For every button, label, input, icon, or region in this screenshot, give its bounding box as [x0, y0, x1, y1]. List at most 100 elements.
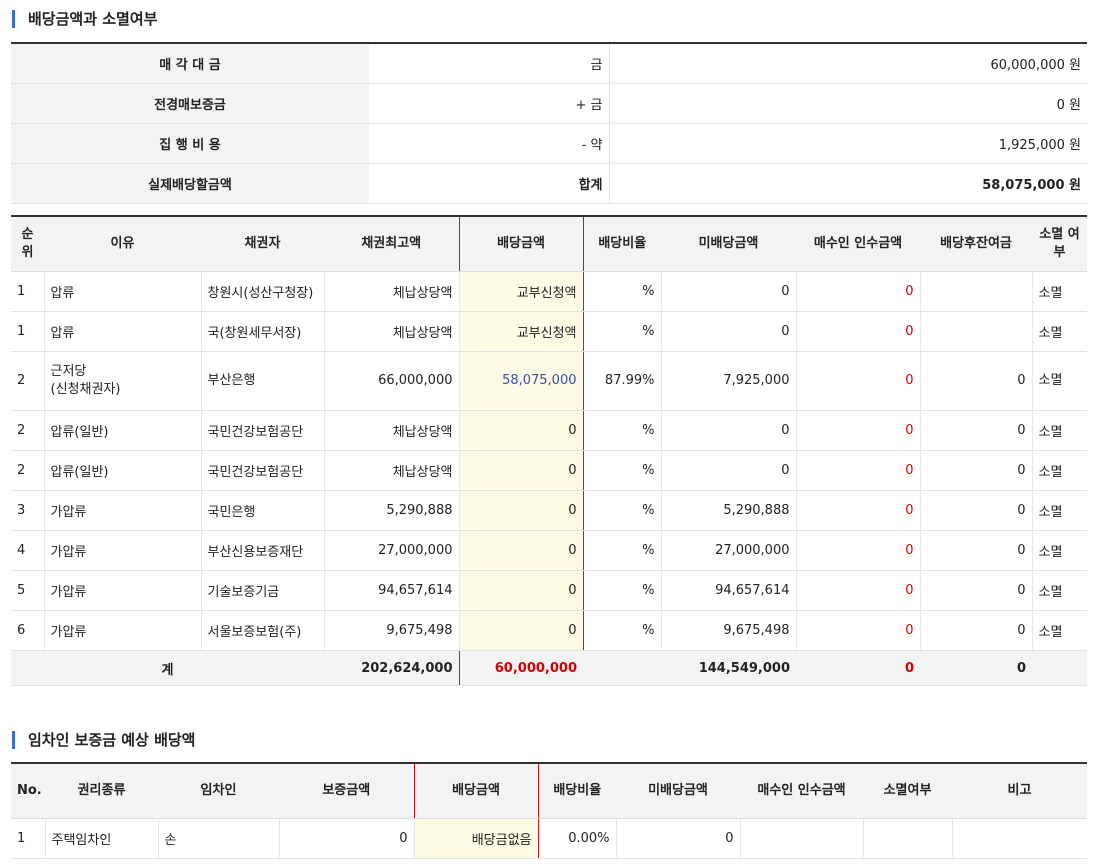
- row-dividend: 교부신청액: [458, 311, 584, 352]
- section-title-tenant: 임차인 보증금 예상 배당액: [12, 731, 195, 749]
- summary-amount: 1,925,000 원: [609, 123, 1087, 164]
- row-extinct: 소멸: [1032, 450, 1087, 491]
- row-max-claim: 체납상당액: [324, 311, 460, 352]
- row-ratio: %: [583, 490, 662, 531]
- row-undistributed: 5,290,888: [661, 490, 797, 531]
- row-undistributed: 94,657,614: [661, 570, 797, 611]
- tenant-header-row: No. 권리종류 임차인 보증금액 배당금액 배당비율 미배당금액 매수인 인수…: [11, 763, 1087, 819]
- row-max-claim: 94,657,614: [324, 570, 460, 611]
- total-dividend: 60,000,000: [458, 650, 583, 686]
- col-tenant: 임차인: [158, 763, 279, 819]
- row-creditor: 국민은행: [201, 490, 325, 531]
- summary-sign: - 약: [369, 123, 610, 164]
- summary-sign: 합계: [369, 163, 610, 204]
- row-extinct: 소멸: [1032, 490, 1087, 531]
- row-creditor: 부산신용보증재단: [201, 530, 325, 571]
- row-dividend: 0: [458, 410, 584, 451]
- tenant-note: [952, 818, 1087, 859]
- row-rank: 3: [11, 490, 45, 531]
- distribution-row: 2 근저당 (신청채권자) 부산은행 66,000,000 58,075,000 87.9…: [11, 351, 1087, 411]
- row-undistributed: 0: [661, 271, 797, 312]
- tenant-deposit: 0: [279, 818, 415, 859]
- summary-label: 전경매보증금: [11, 83, 369, 124]
- row-creditor: 창원시(성산구청장): [201, 271, 325, 312]
- col-tenant-extinct: 소멸여부: [863, 763, 952, 819]
- tenant-body: 1 주택임차인 손 0 배당금없음 0.00% 0: [11, 818, 1087, 859]
- row-extinct: 소멸: [1032, 351, 1087, 411]
- col-max-claim: 채권최고액: [324, 216, 459, 272]
- distribution-row: 2 압류(일반) 국민건강보험공단 체납상당액 0% 0 0 0 소멸: [11, 450, 1087, 491]
- total-label: 계: [11, 650, 324, 686]
- row-extinct: 소멸: [1032, 530, 1087, 571]
- row-max-claim: 체납상당액: [324, 410, 460, 451]
- summary-row: 집 행 비 용- 약 1,925,000 원: [11, 123, 1087, 164]
- distribution-row: 2 압류(일반) 국민건강보험공단 체납상당액 0% 0 0 0 소멸: [11, 410, 1087, 451]
- row-max-claim: 5,290,888: [324, 490, 460, 531]
- row-dividend: 0: [458, 570, 584, 611]
- total-extinct-blank: [1032, 650, 1087, 686]
- row-creditor: 서울보증보험(주): [201, 610, 325, 651]
- col-tenant-dividend: 배당금액: [413, 763, 539, 819]
- row-reason: 압류: [44, 311, 202, 352]
- row-undistributed: 0: [661, 410, 797, 451]
- row-undistributed: 7,925,000: [661, 351, 797, 411]
- distribution-body: 1 압류 창원시(성산구청장) 체납상당액 교부신청액% 0 0 소멸 1 압류 국(창원세무서장)…: [11, 271, 1087, 686]
- row-reason: 압류: [44, 271, 202, 312]
- row-creditor: 부산은행: [201, 351, 325, 411]
- col-note: 비고: [952, 763, 1087, 819]
- tenant-name: 손: [158, 818, 280, 859]
- col-reason: 이유: [44, 216, 201, 272]
- row-dividend: 0: [458, 450, 584, 491]
- row-remaining: [920, 311, 1033, 352]
- distribution-table: 순위 이유 채권자 채권최고액 배당금액 배당비율 미배당금액 매수인 인수금액…: [11, 215, 1087, 686]
- row-rank: 6: [11, 610, 45, 651]
- row-reason: 가압류: [44, 570, 202, 611]
- row-max-claim: 체납상당액: [324, 450, 460, 491]
- col-undistributed: 미배당금액: [661, 216, 796, 272]
- row-buyer-assume: 0: [796, 271, 921, 312]
- summary-label: 집 행 비 용: [11, 123, 369, 164]
- row-undistributed: 0: [661, 311, 797, 352]
- distribution-total-row: 계 202,624,000 60,000,000 144,549,000 0 0: [11, 650, 1087, 686]
- row-dividend: 0: [458, 490, 584, 531]
- row-remaining: 0: [920, 410, 1033, 451]
- col-tenant-ratio: 배당비율: [538, 763, 616, 819]
- summary-amount: 0 원: [609, 83, 1087, 124]
- distribution-row: 5 가압류 기술보증기금 94,657,614 0% 94,657,614 0 0 소멸: [11, 570, 1087, 611]
- row-buyer-assume: 0: [796, 490, 921, 531]
- tenant-undistributed: 0: [616, 818, 741, 859]
- row-reason: 근저당 (신청채권자): [44, 351, 202, 411]
- row-max-claim: 체납상당액: [324, 271, 460, 312]
- row-ratio: %: [583, 570, 662, 611]
- sale-summary-table: 매 각 대 금 금 60,000,000 원 전경매보증금 + 금0 원집 행 비 용-…: [11, 42, 1087, 204]
- row-undistributed: 0: [661, 450, 797, 491]
- distribution-header-row: 순위 이유 채권자 채권최고액 배당금액 배당비율 미배당금액 매수인 인수금액…: [11, 216, 1087, 272]
- row-rank: 2: [11, 450, 45, 491]
- row-rank: 2: [11, 351, 45, 411]
- distribution-row: 4 가압류 부산신용보증재단 27,000,000 0% 27,000,000 0 0 소멸: [11, 530, 1087, 571]
- distribution-row: 1 압류 창원시(성산구청장) 체납상당액 교부신청액% 0 0 소멸: [11, 271, 1087, 312]
- row-extinct: 소멸: [1032, 311, 1087, 352]
- tenant-dividend: 배당금없음: [413, 818, 539, 859]
- row-buyer-assume: 0: [796, 311, 921, 352]
- tenant-table: No. 권리종류 임차인 보증금액 배당금액 배당비율 미배당금액 매수인 인수…: [11, 762, 1087, 859]
- col-remaining: 배당후잔여금: [920, 216, 1032, 272]
- col-rank: 순위: [11, 216, 44, 272]
- total-max-claim: 202,624,000: [324, 650, 459, 686]
- row-ratio: %: [583, 530, 662, 571]
- row-creditor: 국민건강보험공단: [201, 410, 325, 451]
- col-tenant-buyer-assume: 매수인 인수금액: [740, 763, 863, 819]
- col-buyer-assume: 매수인 인수금액: [796, 216, 920, 272]
- row-extinct: 소멸: [1032, 410, 1087, 451]
- row-buyer-assume: 0: [796, 610, 921, 651]
- row-ratio: %: [583, 450, 662, 491]
- row-max-claim: 9,675,498: [324, 610, 460, 651]
- row-reason: 가압류: [44, 530, 202, 571]
- row-extinct: 소멸: [1032, 271, 1087, 312]
- row-ratio: %: [583, 610, 662, 651]
- col-no: No.: [11, 763, 45, 819]
- row-remaining: 0: [920, 610, 1033, 651]
- row-reason: 가압류: [44, 490, 202, 531]
- row-creditor: 국민건강보험공단: [201, 450, 325, 491]
- row-creditor: 기술보증기금: [201, 570, 325, 611]
